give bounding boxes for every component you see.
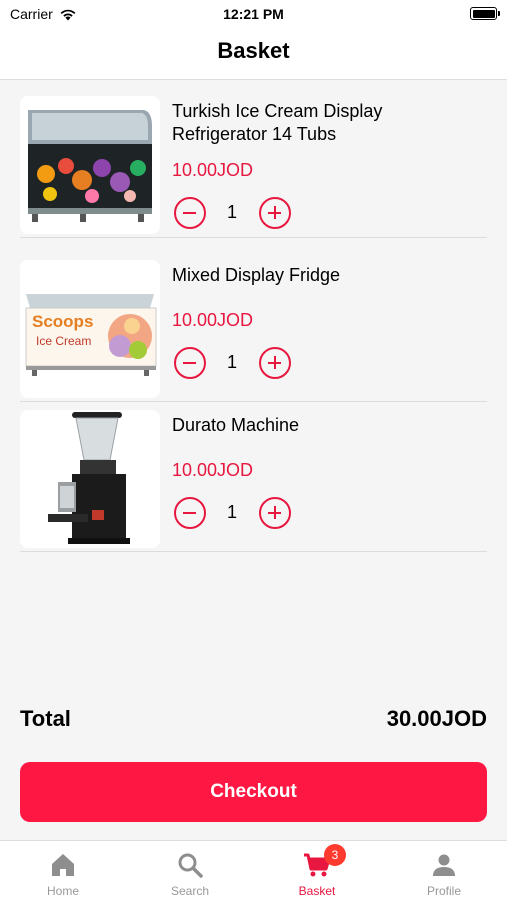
basket-item: Scoops Ice Cream Mixed Display Fridge 10…	[20, 252, 487, 402]
checkout-button[interactable]: Checkout	[20, 762, 487, 822]
item-price: 10.00JOD	[172, 460, 254, 480]
coffee-grinder-image	[20, 410, 160, 548]
increase-quantity-button[interactable]	[259, 347, 291, 379]
cart-count-badge: 3	[324, 844, 346, 866]
tab-bar: Home Search Basket Profile	[0, 840, 507, 900]
item-name: Turkish Ice Cream Display Refrigerator 1…	[172, 101, 383, 144]
tab-profile[interactable]: Profile	[381, 841, 507, 900]
increase-quantity-button[interactable]	[259, 497, 291, 529]
item-price: 10.00JOD	[172, 310, 254, 330]
ice-cream-display-image	[20, 96, 160, 234]
increase-quantity-button[interactable]	[259, 197, 291, 229]
status-bar: Carrier 12:21 PM	[0, 0, 507, 28]
navigation-header: Basket	[0, 28, 507, 80]
tab-label: Basket	[298, 884, 336, 898]
product-image[interactable]: Scoops Ice Cream	[20, 260, 160, 398]
quantity-value: 1	[226, 202, 237, 222]
tab-label: Search	[170, 884, 210, 898]
decrease-quantity-button[interactable]	[174, 497, 206, 529]
tab-label: Home	[46, 884, 79, 898]
battery-icon	[470, 7, 500, 20]
item-price: 10.00JOD	[172, 160, 254, 180]
page-title: Basket	[217, 38, 290, 63]
search-icon	[178, 853, 203, 878]
quantity-value: 1	[226, 502, 237, 522]
person-icon	[433, 854, 455, 876]
basket-item: Durato Machine 10.00JOD 1	[20, 402, 487, 552]
image-sub-text: Ice Cream	[36, 334, 92, 348]
tab-search[interactable]: Search	[127, 841, 253, 900]
product-image[interactable]	[20, 96, 160, 234]
total-value: 30.00JOD	[386, 706, 487, 731]
tab-basket[interactable]: Basket	[254, 841, 380, 900]
tab-label: Profile	[426, 884, 461, 898]
item-name: Durato Machine	[172, 415, 300, 435]
product-image[interactable]	[20, 410, 160, 548]
decrease-quantity-button[interactable]	[174, 197, 206, 229]
image-brand-text: Scoops	[32, 312, 94, 331]
tab-home[interactable]: Home	[0, 841, 126, 900]
decrease-quantity-button[interactable]	[174, 347, 206, 379]
status-time: 12:21 PM	[223, 6, 284, 22]
item-name: Mixed Display Fridge	[172, 265, 341, 285]
quantity-value: 1	[226, 352, 237, 372]
total-label: Total	[20, 706, 71, 731]
home-icon	[52, 854, 74, 876]
basket-item: Turkish Ice Cream Display Refrigerator 1…	[20, 88, 487, 238]
